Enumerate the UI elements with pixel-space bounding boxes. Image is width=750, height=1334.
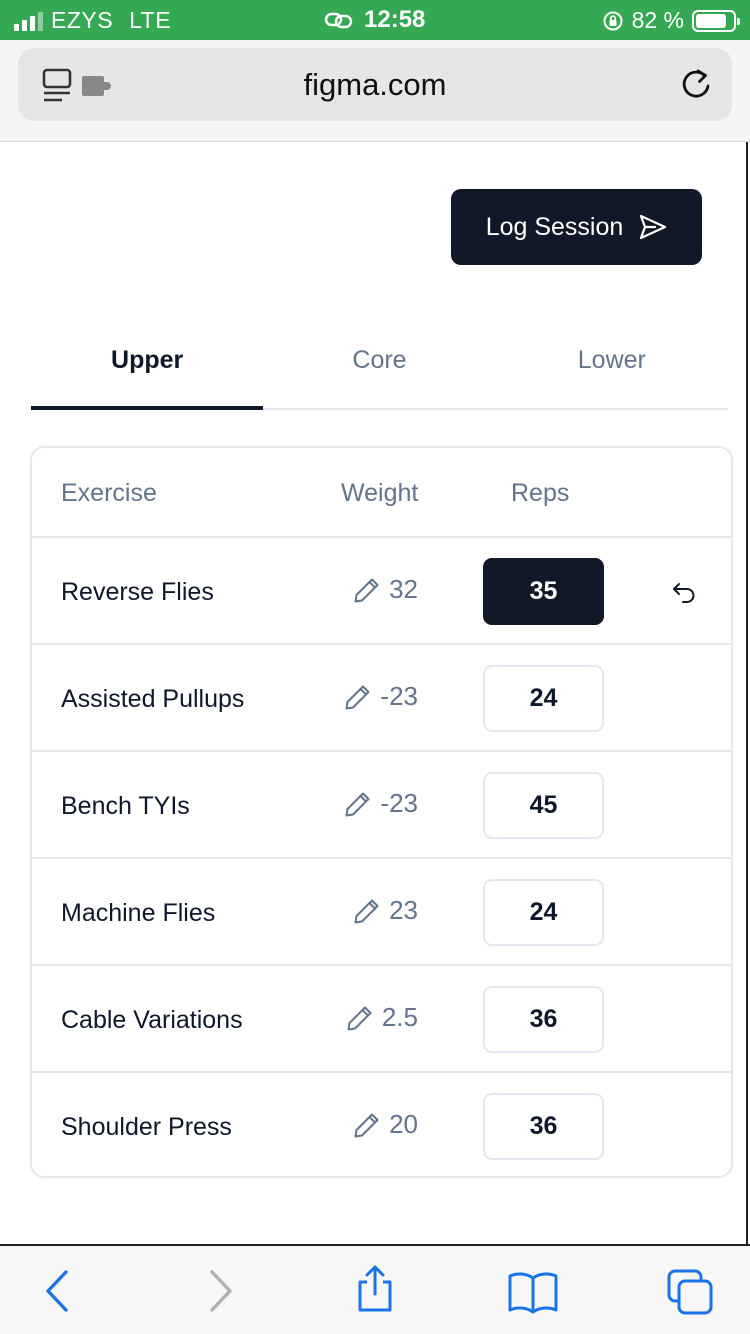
log-session-button[interactable]: Log Session	[451, 189, 702, 265]
weight-value: -23	[380, 681, 418, 711]
status-right: 82 %	[602, 7, 740, 34]
share-icon[interactable]	[354, 1264, 396, 1319]
url-field[interactable]: figma.com	[18, 48, 732, 121]
orientation-lock-icon	[603, 11, 623, 30]
pencil-icon	[345, 685, 370, 709]
weight-edit[interactable]: -23	[344, 788, 418, 819]
table-row: Cable Variations 2.5 36	[32, 966, 731, 1073]
pencil-icon	[354, 1113, 379, 1137]
battery-icon	[692, 9, 740, 32]
category-tabs: Upper Core Lower	[31, 332, 728, 410]
tabs-icon[interactable]	[666, 1268, 716, 1321]
table-row: Reverse Flies 32 35	[32, 538, 731, 645]
url-text[interactable]: figma.com	[18, 67, 732, 103]
weight-value: 20	[389, 1109, 418, 1139]
status-bar: EZYS LTE 12:58 82 %	[0, 0, 750, 40]
page-viewport: Log Session Upper Core Lower Exercise We…	[0, 142, 748, 1244]
weight-value: 23	[389, 895, 418, 925]
exercise-name: Cable Variations	[61, 1006, 243, 1034]
battery-fill	[696, 13, 726, 28]
weight-edit[interactable]: 20	[353, 1109, 418, 1140]
forward-icon[interactable]	[202, 1268, 238, 1319]
reps-input[interactable]: 35	[483, 558, 604, 625]
link-icon	[324, 12, 353, 29]
status-left: EZYS LTE	[14, 7, 171, 34]
back-icon[interactable]	[40, 1268, 76, 1319]
tab-core[interactable]: Core	[263, 332, 495, 408]
browser-toolbar	[0, 1244, 750, 1334]
exercise-name: Bench TYIs	[61, 792, 190, 820]
carrier-name: EZYS	[51, 7, 114, 33]
table-row: Machine Flies 23 24	[32, 859, 731, 966]
reps-input[interactable]: 24	[483, 665, 604, 732]
tab-lower[interactable]: Lower	[496, 332, 728, 408]
exercise-name: Assisted Pullups	[61, 685, 245, 713]
network-type: LTE	[129, 7, 172, 33]
table-header: Exercise Weight Reps	[32, 448, 731, 538]
table-row: Shoulder Press 20 36	[32, 1073, 731, 1176]
browser-address-bar: figma.com	[0, 40, 750, 142]
header-reps: Reps	[511, 479, 570, 507]
signal-icon	[14, 11, 43, 31]
exercise-name: Reverse Flies	[61, 578, 214, 606]
battery-percent: 82 %	[631, 7, 684, 33]
pencil-icon	[347, 1006, 372, 1030]
exercise-name: Machine Flies	[61, 899, 216, 927]
weight-value: -23	[380, 788, 418, 818]
status-center: 12:58	[324, 6, 425, 34]
weight-edit[interactable]: 32	[353, 574, 418, 605]
exercise-table: Exercise Weight Reps Reverse Flies 32 35…	[30, 446, 733, 1178]
header-exercise: Exercise	[61, 479, 157, 507]
tab-upper[interactable]: Upper	[31, 332, 264, 410]
weight-edit[interactable]: 2.5	[346, 1002, 418, 1033]
pencil-icon	[354, 578, 379, 602]
reps-input[interactable]: 36	[483, 986, 604, 1053]
exercise-name: Shoulder Press	[61, 1113, 232, 1141]
weight-value: 2.5	[381, 1002, 418, 1032]
reps-input[interactable]: 45	[483, 772, 604, 839]
pencil-icon	[345, 792, 370, 816]
table-row: Assisted Pullups -23 24	[32, 645, 731, 752]
reload-icon[interactable]	[678, 66, 714, 107]
pencil-icon	[354, 899, 379, 923]
bookmarks-icon[interactable]	[506, 1270, 560, 1319]
undo-icon[interactable]	[671, 580, 697, 611]
weight-value: 32	[389, 574, 418, 604]
weight-edit[interactable]: -23	[344, 681, 418, 712]
table-row: Bench TYIs -23 45	[32, 752, 731, 859]
log-session-label: Log Session	[485, 212, 624, 241]
header-weight: Weight	[341, 479, 419, 507]
clock: 12:58	[364, 6, 426, 33]
reps-input[interactable]: 24	[483, 879, 604, 946]
send-icon	[640, 214, 667, 240]
reps-input[interactable]: 36	[483, 1093, 604, 1160]
weight-edit[interactable]: 23	[353, 895, 418, 926]
